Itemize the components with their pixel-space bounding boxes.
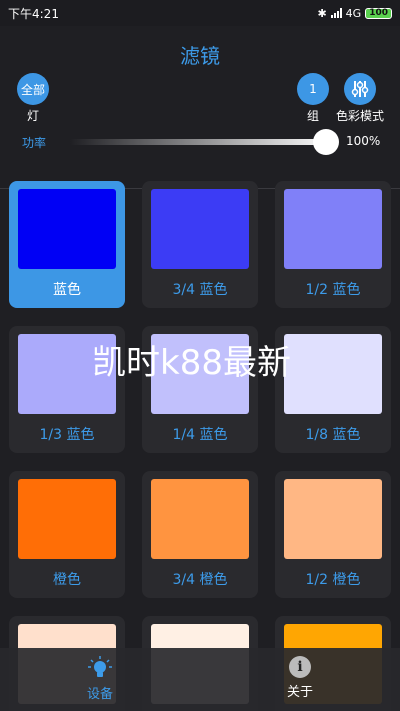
filter-swatch <box>151 334 249 414</box>
power-slider-track[interactable] <box>70 139 332 145</box>
info-icon: i <box>289 656 311 678</box>
page-title: 滤镜 <box>180 44 220 68</box>
filter-cell[interactable]: 3/4 橙色 <box>142 471 258 598</box>
filter-label: 1/2 橙色 <box>305 572 361 588</box>
battery-icon: 100 <box>365 7 392 19</box>
filter-label: 1/3 蓝色 <box>39 427 95 443</box>
filter-swatch <box>284 479 382 559</box>
power-value: 100% <box>346 134 381 148</box>
sliders-icon[interactable] <box>344 73 376 105</box>
filter-swatch <box>18 334 116 414</box>
all-lights-circle[interactable]: 全部 <box>17 73 49 105</box>
all-lights-button[interactable]: 全部 灯 <box>17 73 49 124</box>
bottom-nav: 设备 i 关于 <box>0 648 400 711</box>
filter-swatch <box>284 334 382 414</box>
filter-swatch <box>151 479 249 559</box>
color-mode-button[interactable]: 色彩模式 <box>336 73 384 124</box>
filter-cell[interactable]: 1/2 橙色 <box>275 471 391 598</box>
nav-devices-label: 设备 <box>86 687 113 702</box>
nav-about-label: 关于 <box>286 685 313 700</box>
group-label: 组 <box>306 109 319 123</box>
filter-cell[interactable]: 1/2 蓝色 <box>275 181 391 308</box>
header: 滤镜 全部 灯 1 组 色彩模式 功率 100% <box>0 26 400 189</box>
filter-cell[interactable]: 3/4 蓝色 <box>142 181 258 308</box>
filter-swatch <box>284 189 382 269</box>
power-slider-thumb[interactable] <box>313 129 339 155</box>
filter-swatch <box>18 189 116 269</box>
filter-cell[interactable]: 橙色 <box>9 471 125 598</box>
color-mode-label: 色彩模式 <box>336 109 385 123</box>
filter-label: 3/4 蓝色 <box>172 282 228 298</box>
status-bar: 下午4:21 ✱ 4G 100 <box>0 0 400 26</box>
status-time: 下午4:21 <box>8 6 59 21</box>
lightbulb-icon <box>88 656 112 677</box>
filter-cell[interactable]: 蓝色 <box>9 181 125 308</box>
filter-label: 1/4 蓝色 <box>172 427 228 443</box>
group-button[interactable]: 1 组 <box>297 73 329 124</box>
filter-label: 蓝色 <box>53 282 81 298</box>
all-lights-label: 灯 <box>26 109 39 123</box>
bluetooth-icon: ✱ <box>317 6 327 20</box>
nav-devices[interactable]: 设备 <box>0 648 200 711</box>
status-icons: ✱ 4G 100 <box>317 7 392 20</box>
signal-icon <box>330 8 342 18</box>
filter-cell[interactable]: 1/4 蓝色 <box>142 326 258 453</box>
filter-label: 橙色 <box>53 572 81 588</box>
filter-swatch <box>18 479 116 559</box>
filter-cell[interactable]: 1/8 蓝色 <box>275 326 391 453</box>
power-label: 功率 <box>22 136 47 150</box>
filter-label: 1/8 蓝色 <box>305 427 361 443</box>
network-type: 4G <box>345 6 362 20</box>
filter-label: 3/4 橙色 <box>172 572 228 588</box>
group-circle[interactable]: 1 <box>297 73 329 105</box>
filter-label: 1/2 蓝色 <box>305 282 361 298</box>
nav-about[interactable]: i 关于 <box>200 648 400 711</box>
filter-cell[interactable]: 1/3 蓝色 <box>9 326 125 453</box>
filter-swatch <box>151 189 249 269</box>
